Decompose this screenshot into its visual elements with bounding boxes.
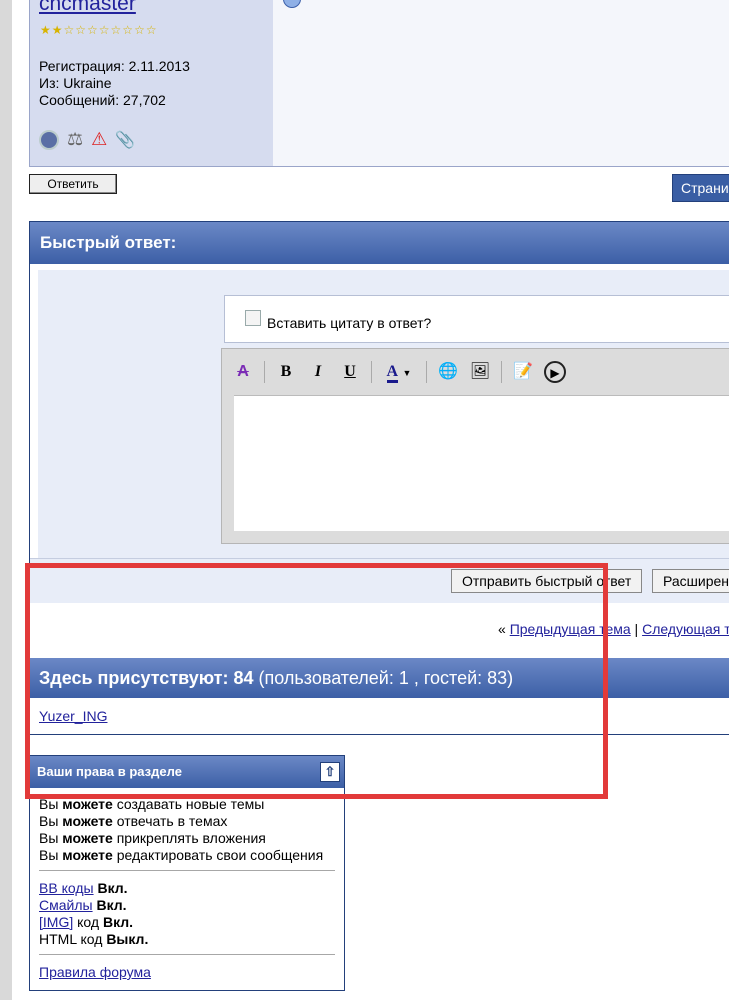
online-status-icon xyxy=(39,129,59,150)
highlight-box xyxy=(25,563,608,799)
quote-label: Вставить цитату в ответ? xyxy=(267,315,432,331)
divider xyxy=(39,870,335,871)
video-icon[interactable]: ▶ xyxy=(544,361,566,383)
page-gutter xyxy=(0,0,12,1000)
message-textarea[interactable] xyxy=(234,395,729,531)
balance-icon[interactable]: ⚖ xyxy=(67,129,83,150)
img-setting: [IMG] код Вкл. xyxy=(39,914,134,930)
warning-icon[interactable]: ⚠ xyxy=(91,129,107,150)
font-color-button[interactable]: A ▼ xyxy=(382,361,416,383)
smiley-icon xyxy=(283,0,301,8)
html-setting: HTML код Выкл. xyxy=(39,931,149,947)
editor-toolbar: A B I U A ▼ 🌐 🖼 📝 ▶ xyxy=(232,361,566,383)
toolbar-separator xyxy=(501,361,502,383)
img-link[interactable]: [IMG] xyxy=(39,914,73,930)
advanced-reply-button[interactable]: Расширен xyxy=(652,569,729,593)
pages-dropdown[interactable]: Страни xyxy=(672,174,729,202)
remove-format-icon[interactable]: A xyxy=(232,361,254,383)
bold-button[interactable]: B xyxy=(275,361,297,383)
smilies-setting: Смайлы Вкл. xyxy=(39,897,127,913)
divider xyxy=(39,954,335,955)
post-author-panel: cncmaster ★★☆☆☆☆☆☆☆☆ Регистрация: 2.11.2… xyxy=(29,0,275,167)
chevron-down-icon: ▼ xyxy=(402,368,412,378)
font-color-icon: A xyxy=(386,363,399,383)
toolbar-separator xyxy=(371,361,372,383)
insert-link-icon[interactable]: 🌐 xyxy=(437,361,459,383)
quote-option: Вставить цитату в ответ? xyxy=(224,295,729,343)
permission-line: Вы можете прикреплять вложения xyxy=(39,830,266,846)
message-editor: A B I U A ▼ 🌐 🖼 📝 ▶ xyxy=(221,348,729,544)
toolbar-separator xyxy=(426,361,427,383)
next-thread-link[interactable]: Следующая т xyxy=(642,621,729,637)
user-icons: ⚖ ⚠ 📎 xyxy=(39,129,135,150)
quote-icon[interactable]: 📝 xyxy=(512,361,534,383)
permission-line: Вы можете редактировать свои сообщения xyxy=(39,847,324,863)
quote-checkbox[interactable] xyxy=(245,310,261,326)
reply-button[interactable]: Ответить xyxy=(29,174,117,194)
nav-divider: | xyxy=(634,621,639,637)
permission-line: Вы можете отвечать в темах xyxy=(39,813,228,829)
underline-button[interactable]: U xyxy=(339,361,361,383)
attachment-icon[interactable]: 📎 xyxy=(115,130,135,150)
toolbar-separator xyxy=(264,361,265,383)
reputation-stars: ★★☆☆☆☆☆☆☆☆ xyxy=(40,23,158,37)
message-count: Сообщений: 27,702 xyxy=(39,92,166,108)
post-content xyxy=(273,0,729,167)
smilies-link[interactable]: Смайлы xyxy=(39,897,93,913)
registration-date: Регистрация: 2.11.2013 xyxy=(39,58,190,74)
bbcode-link[interactable]: BB коды xyxy=(39,880,94,896)
quick-reply-title: Быстрый ответ: xyxy=(30,222,729,264)
italic-button[interactable]: I xyxy=(307,361,329,383)
bbcode-setting: BB коды Вкл. xyxy=(39,880,128,896)
insert-image-icon[interactable]: 🖼 xyxy=(469,361,491,383)
forum-rules-link[interactable]: Правила форума xyxy=(39,964,151,980)
user-location: Из: Ukraine xyxy=(39,75,112,91)
username-link[interactable]: cncmaster xyxy=(39,0,136,16)
